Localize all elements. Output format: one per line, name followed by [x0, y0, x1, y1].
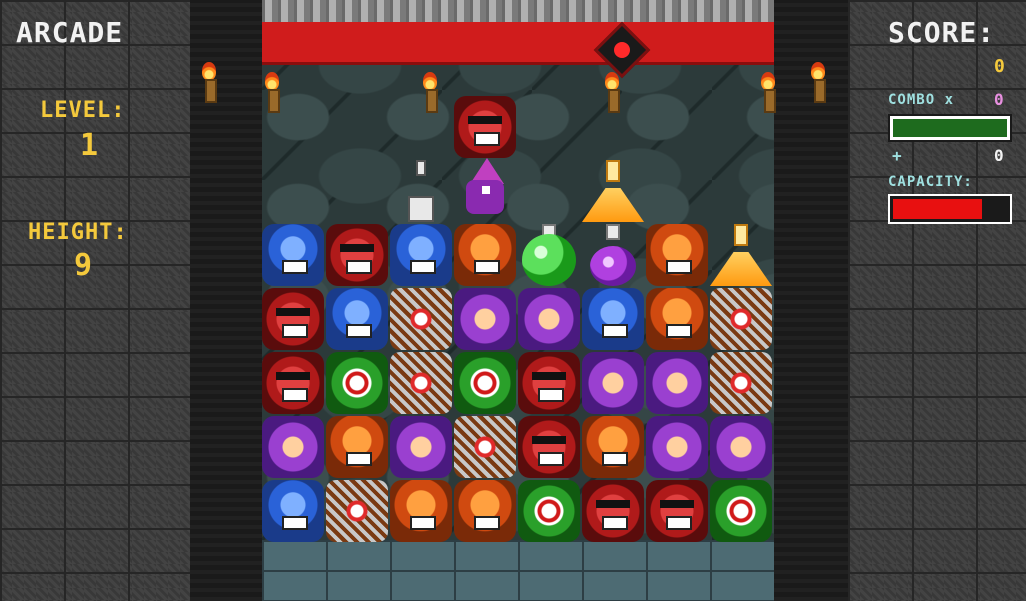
tile-blue-fang — [262, 224, 324, 286]
height-value: 9 — [74, 248, 94, 283]
tile-blue-fang — [326, 288, 388, 350]
level-label: LEVEL: — [40, 98, 126, 123]
tile-red-shades — [646, 480, 708, 542]
tile-red-shades — [262, 352, 324, 414]
tile-green-eye — [518, 480, 580, 542]
tile-blue-fang — [390, 224, 452, 286]
level-value: 1 — [80, 128, 100, 163]
tile-red-shades — [326, 224, 388, 286]
torch-icon — [420, 72, 440, 113]
tile-purple-potion — [582, 224, 644, 286]
well-floor — [262, 540, 774, 601]
tile-purple-puff — [710, 416, 772, 478]
tile-purple-puff — [646, 416, 708, 478]
tile-blue-fang — [582, 288, 644, 350]
tile-red-chomper — [326, 416, 388, 478]
tile-red-chomper — [390, 480, 452, 542]
tile-box-eye — [326, 480, 388, 542]
tile-red-shades — [518, 416, 580, 478]
tile-green-eye — [454, 352, 516, 414]
player-wizard[interactable] — [454, 158, 516, 220]
capacity-meter-fill — [893, 199, 982, 219]
tile-purple-puff — [262, 416, 324, 478]
bonus-value: 0 — [994, 146, 1005, 165]
playfield-well[interactable] — [262, 0, 776, 601]
tile-purple-puff — [582, 352, 644, 414]
combo-meter — [888, 114, 1012, 142]
score-value: 0 — [994, 56, 1006, 77]
capacity-meter — [888, 194, 1012, 224]
game-mode-title: ARCADE — [16, 16, 124, 49]
floating-white-bottle — [390, 160, 452, 222]
torch-icon — [758, 72, 778, 113]
combo-label: COMBO x — [888, 92, 955, 108]
floating-orange-flask — [582, 160, 644, 222]
tile-box-eye — [710, 352, 772, 414]
torch-icon — [808, 62, 828, 103]
tile-blue-fang — [262, 480, 324, 542]
torch-icon — [262, 72, 282, 113]
ceiling-danger-bar — [262, 22, 774, 65]
tile-green-potion — [518, 224, 580, 286]
combo-value: 0 — [994, 90, 1005, 109]
tile-red-chomper — [646, 288, 708, 350]
held-item-red-chomper — [454, 96, 516, 158]
tile-red-chomper — [454, 224, 516, 286]
tile-red-chomper — [454, 480, 516, 542]
tile-red-shades — [582, 480, 644, 542]
bonus-plus-label: + — [892, 146, 903, 165]
tile-orange-flask — [710, 224, 772, 286]
stone-wall-left — [0, 0, 190, 601]
height-label: HEIGHT: — [28, 220, 128, 245]
tile-box-eye — [710, 288, 772, 350]
tile-purple-puff — [454, 288, 516, 350]
tile-red-chomper — [646, 224, 708, 286]
tile-purple-puff — [518, 288, 580, 350]
tile-box-eye — [390, 352, 452, 414]
tile-purple-puff — [646, 352, 708, 414]
combo-meter-fill — [893, 119, 1007, 137]
tile-box-eye — [454, 416, 516, 478]
score-label: SCORE: — [888, 16, 996, 49]
well-top-bricks — [262, 0, 774, 22]
capacity-label: CAPACITY: — [888, 174, 973, 190]
tile-red-chomper — [582, 416, 644, 478]
torch-icon — [602, 72, 622, 113]
tile-purple-puff — [390, 416, 452, 478]
tile-green-eye — [710, 480, 772, 542]
tile-green-eye — [326, 352, 388, 414]
torch-icon — [199, 62, 219, 103]
tile-red-shades — [262, 288, 324, 350]
tile-box-eye — [390, 288, 452, 350]
tile-red-shades — [518, 352, 580, 414]
